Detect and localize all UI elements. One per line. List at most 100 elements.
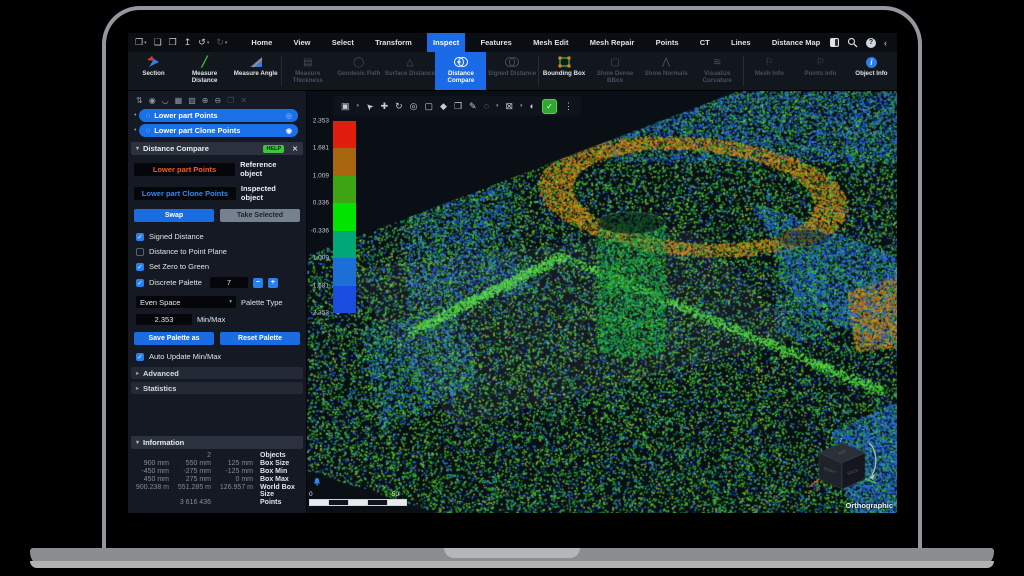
select-volume-icon[interactable]: ◆ bbox=[440, 101, 447, 112]
chevron-down-icon[interactable]: ▾ bbox=[520, 103, 523, 109]
tab-points[interactable]: Points bbox=[650, 33, 685, 52]
open-folder-icon[interactable]: ❏ bbox=[154, 37, 162, 48]
chevron-down-icon[interactable]: ▾ bbox=[207, 40, 210, 46]
tab-inspect[interactable]: Inspect bbox=[427, 33, 465, 52]
tree-item-lower-part-points[interactable]: ◌ Lower part Points ◎ bbox=[139, 109, 298, 122]
chevron-down-icon[interactable]: ▾ bbox=[357, 103, 360, 109]
reference-object-field[interactable]: Lower part Points bbox=[134, 163, 235, 176]
scale-tick: 0.336 bbox=[313, 200, 329, 207]
select-arrow-icon[interactable]: ➤ bbox=[363, 99, 376, 112]
expand-all-icon[interactable]: ⊕ bbox=[202, 96, 209, 105]
tab-home[interactable]: Home bbox=[245, 33, 278, 52]
palette-count-input[interactable]: 7 bbox=[210, 277, 248, 288]
reference-object-row: Lower part Points Reference object bbox=[134, 160, 300, 178]
inspected-object-field[interactable]: Lower part Clone Points bbox=[134, 187, 236, 200]
search-icon[interactable] bbox=[847, 37, 858, 48]
color-scale[interactable] bbox=[333, 121, 356, 313]
distance-compare-header[interactable]: ▾ Distance Compare HELP ✕ bbox=[131, 142, 303, 155]
export-icon[interactable]: ↥ bbox=[184, 37, 192, 48]
palette-type-value: Even Space bbox=[140, 298, 180, 307]
take-selected-button[interactable]: Take Selected bbox=[220, 209, 300, 222]
ribbon-measure-angle-button[interactable]: Measure Angle bbox=[230, 52, 281, 90]
scale-tick: -1.681 bbox=[311, 283, 329, 290]
tab-lines[interactable]: Lines bbox=[725, 33, 757, 52]
visibility-eye-icon[interactable]: ◉ bbox=[286, 127, 292, 135]
minmax-row: 2.353 Min/Max bbox=[136, 314, 298, 325]
curve-icon[interactable]: ◡ bbox=[162, 96, 169, 105]
undo-icon[interactable]: ↺ bbox=[198, 37, 206, 48]
lasso-select-icon[interactable]: ◌ bbox=[484, 101, 489, 111]
ribbon-label: Section bbox=[142, 70, 164, 77]
visibility-icon[interactable]: ◉ bbox=[149, 96, 156, 105]
save-icon[interactable]: ❒ bbox=[169, 37, 177, 48]
collapse-all-icon[interactable]: ⊖ bbox=[215, 96, 222, 105]
projection-mode-label[interactable]: Orthographic bbox=[845, 501, 893, 510]
tab-mesh-edit[interactable]: Mesh Edit bbox=[527, 33, 574, 52]
tab-features[interactable]: Features bbox=[475, 33, 518, 52]
distance-to-point-plane-checkbox[interactable] bbox=[136, 248, 144, 256]
statistics-section-header[interactable]: ▸ Statistics bbox=[131, 382, 303, 394]
ribbon-measure-distance-button[interactable]: ╱ Measure Distance bbox=[179, 52, 230, 90]
collapse-ribbon-icon[interactable]: ‹ bbox=[884, 38, 887, 48]
tab-distance-map[interactable]: Distance Map bbox=[766, 33, 822, 52]
set-zero-to-green-checkbox[interactable]: ✓ bbox=[136, 263, 144, 271]
signed-distance-checkbox[interactable]: ✓ bbox=[136, 233, 144, 241]
tab-view[interactable]: View bbox=[288, 33, 317, 52]
clip-disc-icon[interactable]: ◐ bbox=[530, 101, 535, 111]
confirm-button[interactable]: ✓ bbox=[542, 99, 557, 114]
palette-type-select[interactable]: Even Space ▾ bbox=[136, 296, 236, 308]
rotate-icon[interactable]: ↻ bbox=[395, 101, 403, 112]
scale-band bbox=[333, 203, 356, 230]
scale-tick: -0.336 bbox=[311, 228, 329, 235]
no-texture-icon[interactable]: ▨ bbox=[188, 96, 196, 105]
tree-item-lower-part-clone-points[interactable]: ◌ Lower part Clone Points ◉ bbox=[139, 124, 298, 137]
info-value: 3 616 436 bbox=[172, 499, 214, 506]
ribbon-object-info-button[interactable]: i Object Info bbox=[846, 52, 897, 90]
ribbon-bounding-box-button[interactable]: Bounding Box bbox=[539, 52, 590, 90]
move-icon[interactable]: ✚ bbox=[381, 101, 389, 112]
minmax-input[interactable]: 2.353 bbox=[136, 314, 192, 325]
info-label: Objects bbox=[256, 452, 302, 459]
more-menu-icon[interactable]: ⋮ bbox=[564, 101, 573, 112]
advanced-section-header[interactable]: ▸ Advanced bbox=[131, 367, 303, 379]
ribbon-distance-compare-button[interactable]: Distance Compare bbox=[435, 52, 486, 90]
rotate-arrow-icon[interactable] bbox=[869, 443, 876, 475]
rect-select-icon[interactable]: ▢ bbox=[425, 101, 434, 112]
close-icon[interactable]: ✕ bbox=[292, 145, 298, 153]
help-badge[interactable]: HELP bbox=[263, 145, 284, 153]
navigation-cube[interactable]: Z TOP RIGHT BACK X Y bbox=[805, 435, 881, 497]
ribbon-label: Mesh Info bbox=[755, 70, 784, 77]
fit-view-icon[interactable]: ▣ bbox=[341, 101, 350, 112]
info-value: 275 mm bbox=[172, 476, 214, 483]
orbit-wheel-icon[interactable]: ◎ bbox=[410, 101, 418, 112]
increase-button[interactable]: + bbox=[268, 278, 278, 288]
tab-mesh-repair[interactable]: Mesh Repair bbox=[584, 33, 641, 52]
viewport-3d[interactable]: ▣▾ ➤ ✚ ↻ ◎ ▢ ◆ ❐ ✎ ◌▾ ⊠▾ ◐ ✓ ⋮ 2.353 1.6… bbox=[307, 91, 897, 513]
auto-update-checkbox[interactable]: ✓ bbox=[136, 353, 144, 361]
cut-icon[interactable]: ✎ bbox=[469, 101, 477, 112]
decrease-button[interactable]: − bbox=[253, 278, 263, 288]
notification-bell-icon[interactable] bbox=[312, 477, 322, 487]
tab-ct[interactable]: CT bbox=[694, 33, 716, 52]
new-file-icon[interactable]: ❐ bbox=[135, 37, 143, 48]
visibility-eye-icon[interactable]: ◎ bbox=[286, 112, 292, 120]
tab-select[interactable]: Select bbox=[326, 33, 360, 52]
reset-palette-button[interactable]: Reset Palette bbox=[220, 332, 300, 345]
panel-toggle-icon[interactable] bbox=[830, 38, 839, 47]
information-header[interactable]: ▾ Information bbox=[131, 436, 303, 449]
discrete-palette-checkbox[interactable]: ✓ bbox=[136, 279, 144, 287]
ribbon-label: Signed Distance bbox=[488, 70, 536, 77]
tab-transform[interactable]: Transform bbox=[369, 33, 418, 52]
chevron-down-icon[interactable]: ▾ bbox=[496, 103, 499, 109]
duplicate-icon[interactable]: ❐ bbox=[454, 101, 462, 112]
texture-icon[interactable]: ▦ bbox=[175, 96, 183, 105]
chevron-down-icon[interactable]: ▾ bbox=[144, 40, 147, 46]
deselect-icon[interactable]: ⊠ bbox=[505, 101, 513, 112]
chevron-right-icon: ▸ bbox=[136, 385, 139, 392]
help-icon[interactable]: ? bbox=[866, 38, 876, 48]
ribbon-section-button[interactable]: Section bbox=[128, 52, 179, 90]
measure-thickness-icon: ▤ bbox=[303, 55, 312, 69]
sort-icon[interactable]: ⇅ bbox=[136, 96, 143, 105]
save-palette-button[interactable]: Save Palette as bbox=[134, 332, 214, 345]
swap-button[interactable]: Swap bbox=[134, 209, 214, 222]
